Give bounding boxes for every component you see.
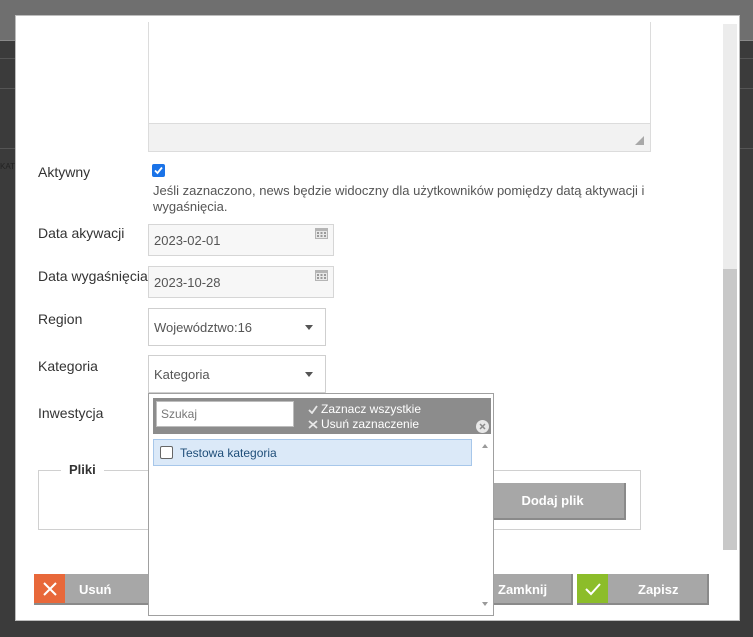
- deselect-all-link[interactable]: Usuń zaznaczenie: [308, 417, 419, 431]
- aktywny-checkbox[interactable]: [152, 164, 165, 177]
- chevron-down-icon: [305, 372, 313, 377]
- dropdown-option[interactable]: Testowa kategoria: [153, 439, 472, 466]
- dropdown-search-input[interactable]: [156, 401, 294, 427]
- close-icon: [479, 423, 486, 430]
- close-button[interactable]: Zamknij: [488, 574, 573, 605]
- checkmark-icon: [154, 166, 163, 175]
- data-wygasniecia-input[interactable]: 2023-10-28: [148, 266, 334, 298]
- save-button[interactable]: Zapisz: [577, 574, 709, 605]
- data-wygasniecia-value: 2023-10-28: [154, 275, 221, 290]
- dropdown-header: Zaznacz wszystkie Usuń zaznaczenie: [153, 398, 491, 434]
- inwestycja-label: Inwestycja: [38, 405, 104, 421]
- delete-button[interactable]: Usuń: [34, 574, 154, 605]
- textarea-status-bar: [149, 123, 650, 151]
- calendar-icon[interactable]: [315, 228, 328, 239]
- aktywny-help-text: Jeśli zaznaczono, news będzie widoczny d…: [153, 183, 645, 214]
- kategoria-select[interactable]: Kategoria: [148, 355, 326, 393]
- content-textarea[interactable]: [148, 22, 651, 152]
- save-icon-box: [577, 574, 608, 603]
- scroll-up-icon[interactable]: [482, 444, 488, 448]
- add-file-button[interactable]: Dodaj plik: [481, 483, 626, 520]
- option-checkbox[interactable]: [160, 446, 173, 459]
- close-button-label: Zamknij: [498, 582, 548, 597]
- region-value: Województwo:16: [154, 320, 253, 335]
- option-label: Testowa kategoria: [180, 445, 277, 460]
- select-all-link[interactable]: Zaznacz wszystkie: [308, 402, 421, 416]
- data-wygasniecia-label: Data wygaśnięcia: [38, 268, 148, 284]
- scroll-down-icon[interactable]: [482, 602, 488, 606]
- files-legend: Pliki: [61, 462, 104, 477]
- add-file-label: Dodaj plik: [521, 493, 584, 508]
- data-aktywacji-label: Data akywacji: [38, 225, 125, 241]
- kategoria-value: Kategoria: [154, 367, 210, 382]
- region-select[interactable]: Województwo:16: [148, 308, 326, 346]
- resize-grip-icon[interactable]: [635, 136, 644, 145]
- kategoria-label: Kategoria: [38, 358, 98, 374]
- calendar-icon[interactable]: [315, 270, 328, 281]
- close-icon: [42, 581, 57, 596]
- close-icon: [308, 419, 318, 429]
- aktywny-label: Aktywny: [38, 164, 91, 180]
- data-aktywacji-value: 2023-02-01: [154, 233, 221, 248]
- background-fragment-text: KAT: [0, 162, 15, 171]
- save-button-label: Zapisz: [638, 582, 679, 597]
- select-all-label: Zaznacz wszystkie: [321, 402, 422, 416]
- deselect-all-label: Usuń zaznaczenie: [321, 417, 420, 431]
- check-icon: [308, 404, 318, 414]
- delete-button-label: Usuń: [79, 582, 112, 597]
- region-label: Region: [38, 311, 83, 327]
- checkmark-icon: [584, 582, 601, 595]
- chevron-down-icon: [305, 325, 313, 330]
- kategoria-dropdown: Zaznacz wszystkie Usuń zaznaczenie Testo…: [148, 393, 494, 616]
- dialog-scrollbar-thumb[interactable]: [723, 269, 737, 550]
- delete-icon-box: [34, 574, 65, 603]
- dropdown-close-button[interactable]: [476, 420, 489, 433]
- data-aktywacji-input[interactable]: 2023-02-01: [148, 224, 334, 256]
